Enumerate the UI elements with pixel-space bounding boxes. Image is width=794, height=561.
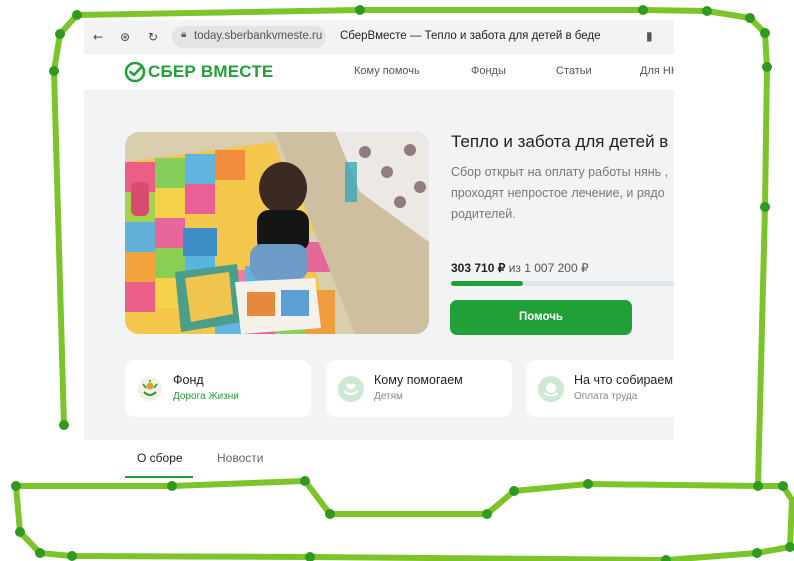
campaign-title: Тепло и забота для детей в <box>451 132 669 151</box>
raised-value: 303 710 ₽ <box>451 261 506 275</box>
card-subtitle[interactable]: Дорога Жизни <box>173 391 239 402</box>
goal-value: из 1 007 200 ₽ <box>508 261 589 275</box>
hands-heart-icon <box>338 376 364 402</box>
page-title-text: СберВместе — Тепло и забота для детей в … <box>340 30 601 42</box>
raised-amount: 303 710 ₽ из 1 007 200 ₽ <box>451 261 589 275</box>
reload-icon[interactable]: ↻ <box>145 29 161 45</box>
description-line: проходят непростое лечение, и рядо <box>451 186 665 200</box>
lock-icon: 🔒︎ <box>181 29 187 40</box>
help-button[interactable]: Помочь <box>450 300 632 335</box>
logo-text[interactable]: СБЕР ВМЕСТЕ <box>148 62 273 82</box>
site-settings-icon[interactable]: ⊛ <box>117 29 133 45</box>
progress-bar-fill <box>451 281 524 286</box>
address-bar[interactable]: 🔒︎ today.sberbankvmeste.ru <box>172 26 326 48</box>
tab-about[interactable]: О сборе <box>137 451 183 465</box>
tab-news[interactable]: Новости <box>217 451 263 465</box>
card-foundation[interactable]: Фонд Дорога Жизни <box>125 360 311 417</box>
card-beneficiaries[interactable]: Кому помогаем Детям <box>326 360 512 417</box>
campaign-hero: Тепло и забота для детей в Сбор открыт н… <box>84 90 674 440</box>
bookmark-icon[interactable]: ▮ <box>646 29 653 43</box>
sber-logo-icon[interactable] <box>124 61 146 83</box>
coins-icon <box>538 376 564 402</box>
card-title: Фонд <box>173 373 204 387</box>
card-subtitle: Детям <box>374 391 403 402</box>
active-tab-indicator <box>125 476 193 478</box>
browser-toolbar: ← ⊛ ↻ 🔒︎ today.sberbankvmeste.ru СберВме… <box>84 20 674 55</box>
card-subtitle: Оплата труда <box>574 391 638 402</box>
nav-item-funds[interactable]: Фонды <box>471 65 506 77</box>
description-line: Сбор открыт на оплату работы нянь , <box>451 165 669 179</box>
campaign-description: Сбор открыт на оплату работы нянь , прох… <box>451 162 674 225</box>
nav-item-for-nko[interactable]: Для НК <box>640 65 674 77</box>
campaign-tabs: О сборе Новости <box>84 440 674 480</box>
url-text: today.sberbankvmeste.ru <box>194 30 323 42</box>
progress-bar <box>451 281 674 286</box>
nav-item-whom-to-help[interactable]: Кому помочь <box>354 65 420 77</box>
nav-item-articles[interactable]: Статьи <box>556 65 592 77</box>
description-line: родителей. <box>451 207 516 221</box>
back-arrow-icon[interactable]: ← <box>90 29 106 45</box>
card-title: На что собираем <box>574 373 673 387</box>
campaign-photo <box>125 132 429 334</box>
site-header: СБЕР ВМЕСТЕ Кому помочь Фонды Статьи Для… <box>84 54 674 90</box>
card-purpose[interactable]: На что собираем Оплата труда <box>526 360 674 417</box>
card-title: Кому помогаем <box>374 373 463 387</box>
browser-window: ← ⊛ ↻ 🔒︎ today.sberbankvmeste.ru СберВме… <box>84 20 674 480</box>
foundation-logo-icon <box>138 377 162 401</box>
